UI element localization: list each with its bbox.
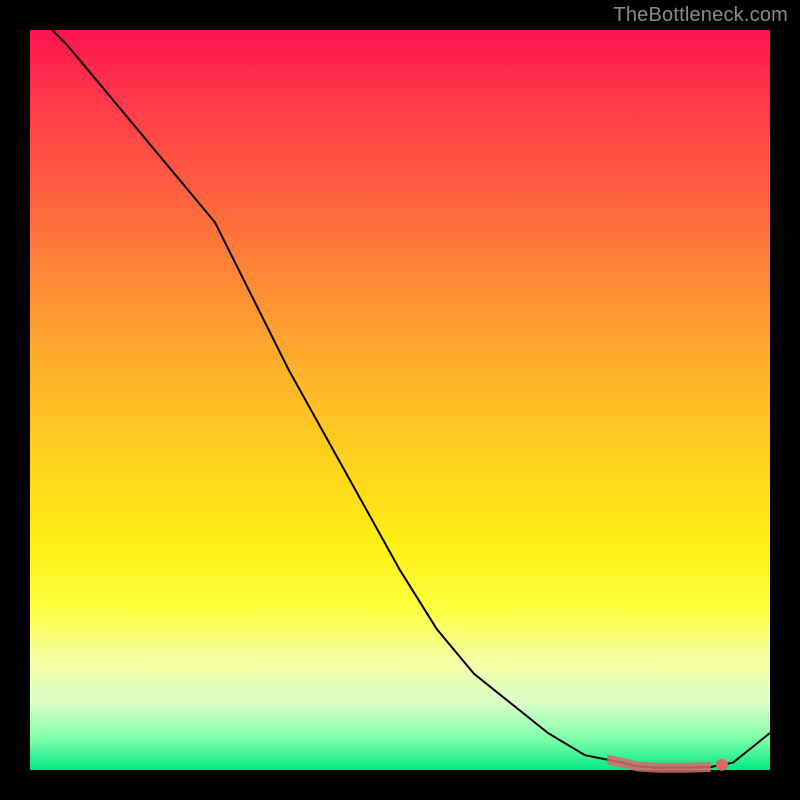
chart-container: TheBottleneck.com bbox=[0, 0, 800, 800]
optimal-band bbox=[607, 755, 711, 773]
bottleneck-curve bbox=[30, 8, 770, 768]
optimal-band-fill bbox=[607, 755, 711, 773]
current-marker bbox=[716, 759, 728, 771]
watermark-text: TheBottleneck.com bbox=[613, 4, 788, 27]
chart-overlay bbox=[30, 30, 770, 770]
